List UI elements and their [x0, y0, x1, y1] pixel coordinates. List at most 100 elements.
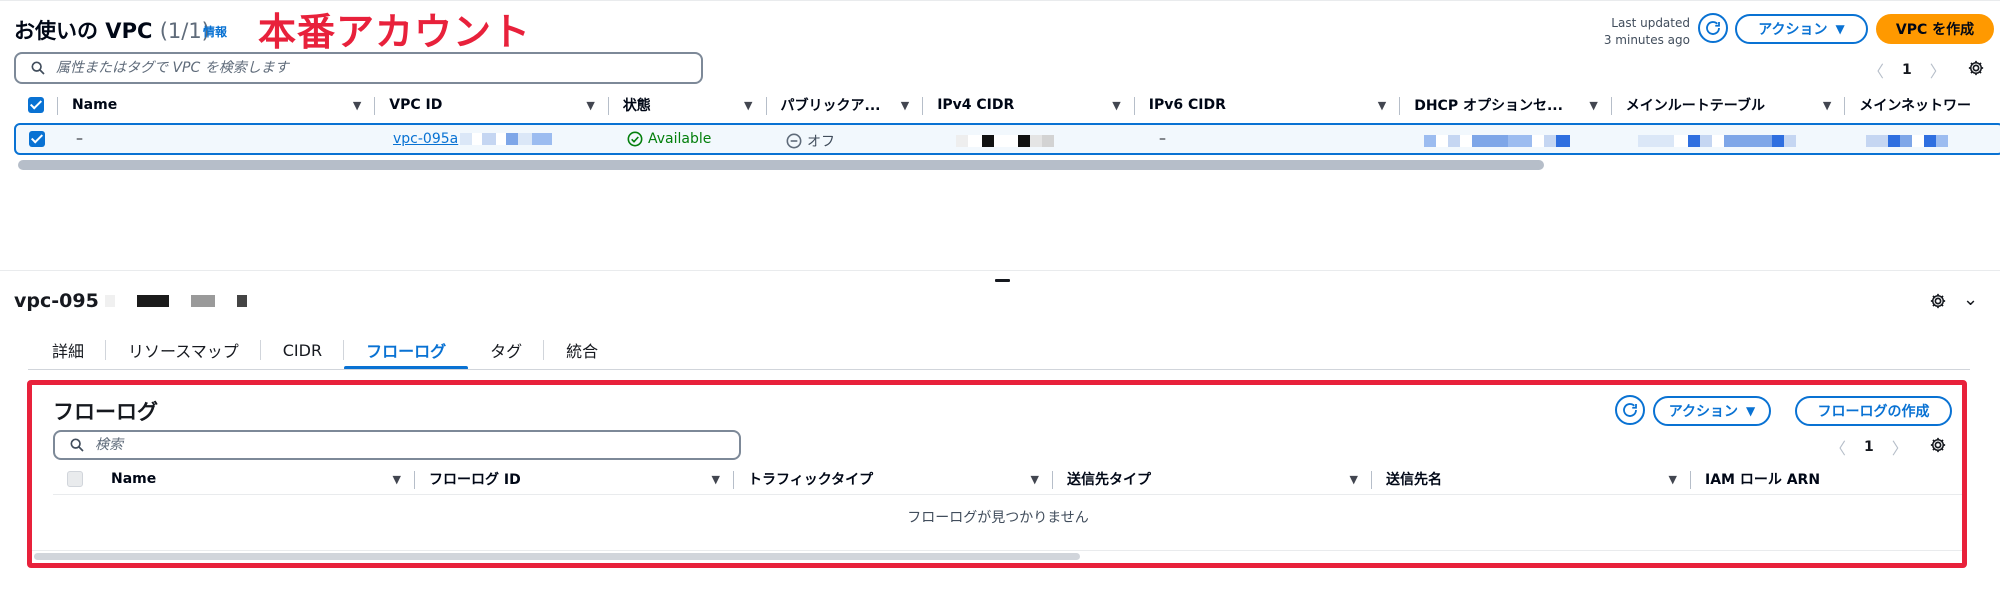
redacted-block	[1556, 135, 1570, 147]
success-check-icon	[627, 131, 643, 147]
tab-flow-logs[interactable]: フローログ	[344, 330, 469, 370]
column-header-vpc-id[interactable]: VPC ID ▼	[375, 89, 609, 121]
tab-label: フローログ	[366, 342, 447, 361]
sort-icon: ▼	[586, 98, 595, 112]
column-label: DHCP オプションセ...	[1414, 98, 1563, 114]
pagination: 〈 1 〉	[1868, 58, 1946, 82]
tab-tags[interactable]: タグ	[468, 330, 545, 370]
create-flow-log-button[interactable]: フローログの作成	[1795, 396, 1952, 426]
create-vpc-button[interactable]: VPC を作成	[1876, 14, 1994, 44]
actions-button-label: アクション	[1668, 404, 1739, 420]
redacted-block	[236, 295, 247, 307]
info-link[interactable]: 情報	[203, 23, 227, 40]
flow-logs-search-input[interactable]	[95, 437, 698, 453]
row-checkbox[interactable]	[29, 131, 45, 147]
previous-page-icon[interactable]: 〈	[1868, 58, 1884, 82]
redacted-block	[994, 135, 1018, 147]
sort-icon: ▼	[1668, 472, 1677, 486]
collapse-chevron-icon[interactable]: ⌄	[1963, 289, 1978, 310]
tab-resource-map[interactable]: リソースマップ	[106, 330, 261, 370]
horizontal-scrollbar[interactable]	[18, 160, 1544, 170]
column-header-ipv4-cidr[interactable]: IPv4 CIDR ▼	[923, 89, 1135, 121]
column-label: 状態	[622, 98, 651, 114]
previous-page-icon[interactable]: 〈	[1830, 435, 1846, 459]
redacted-block	[220, 295, 231, 307]
redacted-block	[190, 295, 215, 307]
redacted-block	[136, 295, 169, 307]
column-header-main-route-table[interactable]: メインルートテーブル ▼	[1612, 89, 1846, 121]
redacted-block	[1712, 135, 1724, 147]
column-header-destination-name[interactable]: 送信先名 ▼	[1372, 463, 1691, 495]
cell-main-route-table	[1638, 135, 1796, 147]
resize-handle[interactable]	[995, 279, 1010, 282]
cell-vpc-id: vpc-095a	[393, 131, 553, 147]
flow-logs-actions-button[interactable]: アクション ▼	[1653, 396, 1771, 426]
column-header-traffic-type[interactable]: トラフィックタイプ ▼	[734, 463, 1053, 495]
redacted-block	[1900, 135, 1912, 147]
state-text: Available	[648, 131, 712, 147]
redacted-block	[1866, 135, 1888, 147]
column-label: トラフィックタイプ	[748, 472, 874, 488]
flow-logs-search-field[interactable]	[53, 430, 741, 460]
column-header-dhcp-options[interactable]: DHCP オプションセ... ▼	[1400, 89, 1612, 121]
search-icon	[70, 438, 84, 452]
column-header-name[interactable]: Name ▼	[58, 89, 376, 121]
current-page[interactable]: 1	[1864, 439, 1874, 455]
next-page-icon[interactable]: 〉	[1930, 58, 1946, 82]
tab-cidr[interactable]: CIDR	[261, 330, 345, 370]
redacted-block	[1784, 135, 1796, 147]
column-header-flow-log-id[interactable]: フローログ ID ▼	[415, 463, 734, 495]
next-page-icon[interactable]: 〉	[1892, 435, 1908, 459]
redacted-block	[1448, 135, 1460, 147]
tab-details[interactable]: 詳細	[30, 330, 107, 370]
vpc-id-link[interactable]: vpc-095a	[393, 131, 458, 147]
sort-icon: ▼	[900, 98, 910, 112]
column-header-ipv6-cidr[interactable]: IPv6 CIDR ▼	[1135, 89, 1401, 121]
select-all-checkbox-cell	[53, 463, 97, 495]
sort-icon: ▼	[1822, 98, 1832, 112]
preferences-gear-icon[interactable]	[1966, 58, 1986, 78]
redacted-block	[1030, 135, 1042, 147]
column-header-name[interactable]: Name ▼	[97, 463, 415, 495]
last-updated-time: 3 minutes ago	[1603, 33, 1690, 47]
column-header-destination-type[interactable]: 送信先タイプ ▼	[1053, 463, 1372, 495]
vpc-search-field[interactable]	[14, 52, 703, 84]
redacted-block	[1460, 135, 1472, 147]
redacted-block	[1924, 135, 1936, 147]
column-label: 送信先名	[1386, 472, 1442, 488]
column-header-public-access[interactable]: パブリックア... ▼	[767, 89, 924, 121]
tab-label: 統合	[566, 342, 599, 361]
column-label: VPC ID	[389, 97, 443, 113]
tab-integrations[interactable]: 統合	[544, 330, 620, 370]
redacted-block	[518, 133, 533, 145]
column-header-state[interactable]: 状態 ▼	[609, 89, 767, 121]
select-all-checkbox[interactable]	[28, 97, 44, 113]
last-updated-label: Last updated	[1611, 16, 1690, 30]
detail-settings-gear-icon[interactable]	[1928, 291, 1948, 311]
column-header-iam-role-arn[interactable]: IAM ロール ARN	[1691, 463, 1941, 495]
tab-label: リソースマップ	[128, 342, 239, 361]
vpc-table-header: Name ▼ VPC ID ▼ 状態 ▼ パブリックア... ▼ IPv4 CIDR ▼ …	[14, 89, 2000, 121]
flow-logs-pagination: 〈 1 〉	[1830, 435, 1908, 459]
flow-logs-title: フローログ	[53, 400, 158, 424]
redacted-block	[1018, 135, 1030, 147]
flow-logs-refresh-button[interactable]	[1615, 395, 1645, 425]
column-header-main-network-acl[interactable]: メインネットワー	[1845, 89, 2000, 121]
detail-vpc-id: vpc-095	[14, 290, 99, 312]
flow-logs-preferences-gear-icon[interactable]	[1928, 435, 1948, 455]
cell-public-access: オフ	[786, 131, 835, 151]
vpc-search-input[interactable]	[56, 60, 660, 76]
vpc-table-row[interactable]: – vpc-095a Available オフ –	[14, 123, 2000, 155]
refresh-button[interactable]	[1698, 13, 1728, 43]
column-label: フローログ ID	[429, 472, 521, 488]
flow-logs-horizontal-scrollbar[interactable]	[34, 553, 1080, 560]
actions-button[interactable]: アクション ▼	[1735, 14, 1868, 44]
column-label: IPv4 CIDR	[937, 97, 1015, 113]
column-label: パブリックア...	[780, 98, 881, 114]
current-page[interactable]: 1	[1902, 62, 1912, 78]
select-all-checkbox[interactable]	[67, 471, 83, 487]
redacted-block	[174, 295, 185, 307]
column-label: IAM ロール ARN	[1705, 472, 1821, 488]
redacted-block	[1700, 135, 1712, 147]
cell-ipv6-cidr: –	[1159, 131, 1166, 147]
